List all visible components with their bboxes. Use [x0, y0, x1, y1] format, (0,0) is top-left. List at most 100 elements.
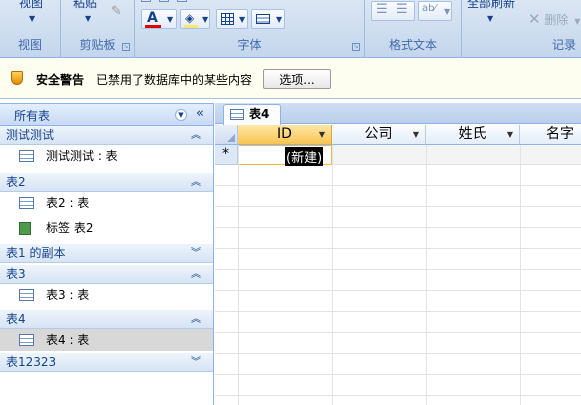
nav-item[interactable]: 测试测试 : 表	[0, 145, 213, 167]
empty-row	[215, 165, 581, 186]
new-record-other-cells[interactable]	[332, 145, 581, 165]
chevron-up-icon: ︽	[191, 314, 201, 325]
empty-row	[215, 375, 581, 396]
nav-group-label: 表3	[6, 267, 26, 281]
nav-group-label: 表4	[6, 312, 26, 326]
ribbon-group-clipboard: 粘贴 ▼ ✎ 剪贴板 ↘	[61, 0, 135, 58]
ribbon-group-view: 视图 ▼ 视图	[0, 0, 61, 58]
alternate-rows-icon	[256, 14, 270, 24]
chevron-up-icon: ︽	[191, 177, 201, 188]
collapse-pane-icon[interactable]: «	[196, 106, 204, 121]
refresh-all-button[interactable]: 全部刷新 ▼	[462, 0, 520, 34]
ribbon-group-label: 字体	[237, 38, 262, 52]
fill-color-button[interactable]: ◈ ▼	[180, 9, 210, 29]
form-icon	[19, 222, 31, 235]
table-icon	[19, 334, 34, 346]
nav-menu-chevron-icon[interactable]: ▼	[175, 109, 187, 121]
corner-triangle-icon	[227, 134, 235, 142]
security-title: 安全警告	[36, 73, 85, 87]
column-header-label: ID	[277, 126, 292, 142]
alternate-fill-button[interactable]: ▼	[251, 9, 285, 29]
nav-item-label: 测试测试 : 表	[46, 149, 118, 163]
empty-row	[215, 186, 581, 207]
paste-button[interactable]: 粘贴 ▼	[69, 0, 109, 34]
bold-icon[interactable]	[141, 0, 151, 2]
chevron-up-icon: ︽	[191, 130, 201, 141]
view-button[interactable]: 视图 ▼	[14, 0, 48, 34]
nav-group-header[interactable]: 表4 ︽	[0, 310, 213, 329]
nav-item-label: 标签 表2	[46, 221, 94, 235]
paint-bucket-icon: ◈	[185, 11, 195, 25]
view-button-label: 视图	[19, 0, 44, 10]
empty-row	[215, 207, 581, 228]
nav-group-header[interactable]: 测试测试 ︽	[0, 126, 213, 145]
list-buttons[interactable]: ☰ ☰	[371, 1, 415, 21]
nav-group-header[interactable]: 表12323 ︾	[0, 353, 213, 372]
highlight-button[interactable]: ab⁄ ▼	[418, 1, 452, 21]
empty-row	[215, 354, 581, 375]
empty-row	[215, 333, 581, 354]
chevron-down-icon[interactable]: ▼	[319, 125, 325, 144]
empty-row	[215, 291, 581, 312]
chevron-down-icon: ▼	[444, 7, 451, 16]
new-record-marker: *	[222, 146, 229, 162]
font-color-swatch	[145, 25, 161, 28]
navigation-pane: 所有表 ▼ « 测试测试 ︽ 测试测试 : 表 表2 ︽ 表2 : 表 标签 表2 …	[0, 103, 214, 405]
nav-item[interactable]: 标签 表2	[0, 217, 213, 239]
nav-group-header[interactable]: 表3 ︽	[0, 265, 213, 284]
ribbon-group-font: A ▼ ◈ ▼ ▼ ▼ 字体 ↘	[135, 0, 365, 58]
format-painter-icon[interactable]: ✎	[111, 4, 125, 19]
chevron-down-icon: ▼	[202, 15, 209, 24]
column-header-label: 公司	[364, 126, 393, 142]
column-header-first-name[interactable]: 名字	[520, 125, 581, 145]
delete-label: 删除	[544, 13, 569, 27]
column-header-company[interactable]: 公司 ▼	[332, 125, 426, 145]
column-header-surname[interactable]: 姓氏 ▼	[426, 125, 520, 145]
nav-group-header[interactable]: 表1 的副本 ︾	[0, 244, 213, 263]
chevron-down-icon: ▼	[487, 14, 494, 23]
empty-row	[215, 228, 581, 249]
chevron-down-icon[interactable]: ▼	[507, 125, 513, 144]
italic-icon[interactable]	[159, 0, 169, 2]
underline-icon[interactable]	[177, 0, 187, 2]
dialog-launcher-icon[interactable]: ↘	[122, 43, 130, 51]
options-button[interactable]: 选项...	[263, 69, 331, 89]
nav-group-label: 表12323	[6, 355, 57, 369]
nav-title: 所有表	[14, 109, 51, 123]
row-selector[interactable]: *	[215, 145, 238, 165]
paste-button-label: 粘贴	[73, 0, 98, 10]
select-all-corner[interactable]	[215, 125, 238, 145]
ribbon-group-label: 记录	[552, 38, 577, 52]
empty-row	[215, 312, 581, 333]
table-icon	[19, 150, 34, 162]
chevron-down-icon: ▼	[239, 15, 246, 24]
chevron-down-icon[interactable]: ▼	[413, 125, 419, 144]
table-icon	[230, 109, 244, 120]
document-tab[interactable]: 表4	[223, 104, 281, 125]
new-record-placeholder: (新建)	[285, 147, 324, 166]
datasheet-area: 表4 ID ▼ 公司 ▼ 姓氏 ▼ 名字 * (新建)	[215, 103, 581, 405]
highlight-icon: ab⁄	[422, 3, 437, 14]
gridlines-button[interactable]: ▼	[216, 9, 248, 29]
font-color-button[interactable]: A ▼	[141, 9, 177, 29]
refresh-all-label: 全部刷新	[467, 0, 516, 10]
empty-row	[215, 249, 581, 270]
nav-group-header[interactable]: 表2 ︽	[0, 173, 213, 192]
nav-item[interactable]: 表3 : 表	[0, 284, 213, 306]
chevron-down-icon: ▼	[85, 14, 92, 23]
security-message: 已禁用了数据库中的某些内容	[96, 73, 253, 87]
dialog-launcher-icon[interactable]: ↘	[352, 43, 360, 51]
nav-item-label: 表4 : 表	[46, 333, 90, 347]
chevron-down-icon: ▼	[167, 15, 174, 24]
delete-button[interactable]: ✕ 删除 ▼	[528, 10, 580, 28]
column-header-id[interactable]: ID ▼	[238, 125, 332, 145]
empty-row	[215, 270, 581, 291]
ribbon-group-label: 格式文本	[388, 38, 437, 52]
nav-header[interactable]: 所有表 ▼ «	[0, 104, 213, 126]
nav-group-label: 表2	[6, 175, 26, 189]
chevron-down-icon: ▼	[276, 15, 283, 24]
nav-item-selected[interactable]: 表4 : 表	[0, 329, 213, 351]
chevron-down-icon: ︾	[191, 248, 201, 259]
nav-item[interactable]: 表2 : 表	[0, 192, 213, 214]
new-record-id-cell[interactable]: (新建)	[238, 145, 332, 166]
